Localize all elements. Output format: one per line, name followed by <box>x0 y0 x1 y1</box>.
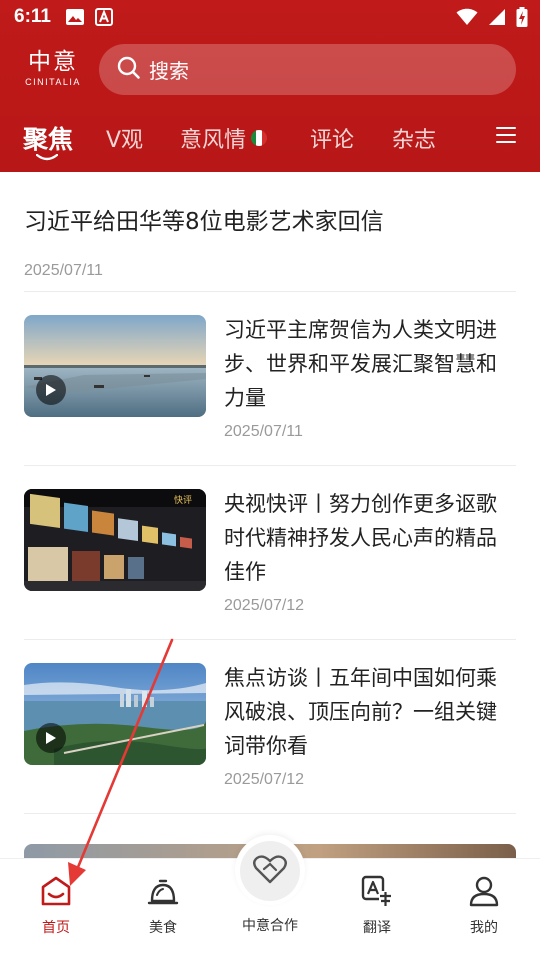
list-item[interactable]: 习近平主席贺信为人类文明进步、世界和平发展汇聚智慧和力量 2025/07/11 <box>24 315 516 455</box>
nav-label: 中意合作 <box>242 918 298 934</box>
tab-magazine[interactable]: 杂志 <box>392 122 436 154</box>
nav-label: 我的 <box>470 920 498 936</box>
nav-cooperation[interactable]: 中意合作 <box>230 915 310 935</box>
logo-wordmark: CINITALIA <box>25 77 81 87</box>
news-feed: 习近平给田华等8位电影艺术家回信 2025/07/11 习近平主席贺信为人类文明… <box>0 172 540 858</box>
divider <box>24 465 516 466</box>
food-cloche-icon <box>147 875 179 911</box>
search-icon <box>117 56 141 84</box>
article-title: 习近平给田华等8位电影艺术家回信 <box>24 209 384 235</box>
nav-profile[interactable]: 我的 <box>444 875 524 937</box>
play-icon <box>36 375 66 405</box>
cooperation-heart-icon <box>253 854 287 888</box>
nav-label: 首页 <box>42 920 70 936</box>
top-article[interactable]: 习近平给田华等8位电影艺术家回信 2025/07/11 <box>24 206 516 280</box>
article-thumbnail: 快评 <box>24 489 206 591</box>
tab-v-view[interactable]: V观 <box>106 122 143 154</box>
article-title: 焦点访谈丨五年间中国如何乘风破浪、顶压向前？一组关键词带你看 <box>224 666 497 758</box>
app-logo: 中意 CINITALIA <box>22 48 84 94</box>
article-title: 央视快评丨努力创作更多讴歌时代精神抒发人民心声的精品佳作 <box>224 492 497 584</box>
film-posters-image: 快评 <box>24 489 206 591</box>
tab-commentary[interactable]: 评论 <box>310 122 354 154</box>
nav-label: 美食 <box>149 920 177 936</box>
play-icon <box>36 723 66 753</box>
tab-focus[interactable]: 聚焦 <box>23 120 73 156</box>
battery-charging-icon <box>516 7 528 31</box>
list-item[interactable]: 焦点访谈丨五年间中国如何乘风破浪、顶压向前？一组关键词带你看 2025/07/1… <box>24 663 516 803</box>
tab-label: V观 <box>106 128 144 153</box>
search-bar[interactable]: 搜索 <box>99 44 516 95</box>
wifi-icon <box>456 8 478 30</box>
nav-label: 翻译 <box>363 920 391 936</box>
home-icon <box>40 875 72 911</box>
app-header: 6:11 中意 CINITALIA 搜索 聚焦 V观 意风情 评论 杂志 <box>0 0 540 172</box>
active-tab-indicator <box>36 154 58 161</box>
nav-cooperation-button[interactable] <box>240 841 300 901</box>
tab-label: 评论 <box>310 128 355 153</box>
article-date: 2025/07/12 <box>224 597 305 614</box>
tab-label: 聚焦 <box>23 125 74 154</box>
logo-mark: 中意 <box>28 49 78 75</box>
profile-icon <box>468 875 500 911</box>
cellular-signal-icon <box>488 8 506 30</box>
divider <box>24 291 516 292</box>
status-time: 6:11 <box>14 6 51 27</box>
gallery-notification-icon <box>65 8 85 26</box>
article-title: 习近平主席贺信为人类文明进步、世界和平发展汇聚智慧和力量 <box>224 318 497 410</box>
article-date: 2025/07/11 <box>224 423 303 440</box>
category-tabs: 聚焦 V观 意风情 评论 杂志 <box>0 112 540 170</box>
search-placeholder: 搜索 <box>149 59 189 83</box>
article-thumbnail <box>24 663 206 765</box>
nav-food[interactable]: 美食 <box>123 875 203 937</box>
italy-flag-icon <box>251 130 267 146</box>
divider <box>24 813 516 814</box>
article-date: 2025/07/11 <box>24 262 103 279</box>
tab-label: 意风情 <box>180 128 247 153</box>
svg-text:快评: 快评 <box>174 494 192 506</box>
list-item[interactable]: 快评 央视快评丨努力创作更多讴歌时代精神抒发人民心声的精品佳作 2025/07/… <box>24 489 516 629</box>
status-bar: 6:11 <box>0 0 540 34</box>
nav-translate[interactable]: 翻译 <box>337 875 417 937</box>
font-notification-icon <box>94 8 113 26</box>
menu-icon[interactable] <box>496 126 516 148</box>
tab-label: 杂志 <box>392 128 437 153</box>
tab-italian-style[interactable]: 意风情 <box>180 122 267 154</box>
divider <box>24 639 516 640</box>
article-thumbnail <box>24 315 206 417</box>
translate-icon <box>361 875 393 911</box>
nav-home[interactable]: 首页 <box>16 875 96 937</box>
bottom-navigation: 首页 美食 中意合作 翻译 我的 <box>0 835 540 960</box>
article-date: 2025/07/12 <box>224 771 305 788</box>
